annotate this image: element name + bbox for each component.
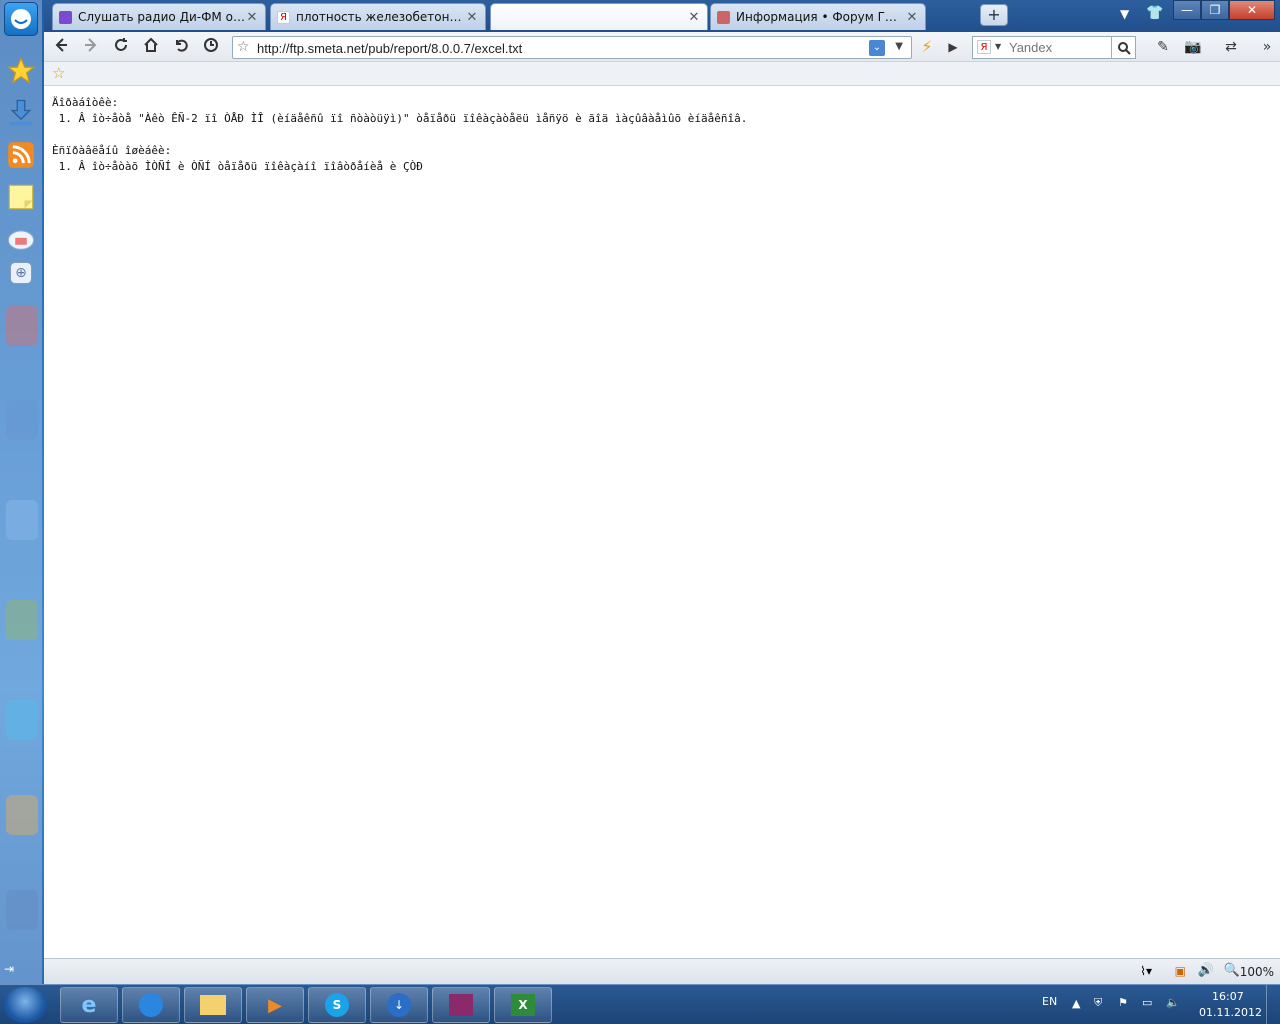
activity-icon[interactable]: ⌇▾ (1140, 964, 1152, 978)
navigation-toolbar: ☆ http://ftp.smeta.net/pub/report/8.0.0.… (44, 32, 1280, 62)
show-hidden-icons-icon[interactable]: ▲ (1072, 997, 1080, 1010)
taskbar-winrar-icon[interactable] (432, 987, 490, 1023)
reload-icon[interactable] (110, 37, 132, 57)
tab-label: Информация • Форум ГК "Ст... (736, 10, 905, 24)
status-bar: ⌇▾ ▣ 🔊 🔍 100% (44, 958, 1280, 984)
tab-yandex-search[interactable]: Я плотность железобетона — ... ✕ (270, 3, 486, 30)
tab-label: Слушать радио Ди-ФМ онла... (78, 10, 245, 24)
sound-icon[interactable]: 🔊 (1198, 963, 1214, 978)
search-box[interactable]: Я ▼ (972, 36, 1136, 59)
tab-bar: Слушать радио Ди-ФМ онла... ✕ Я плотност… (44, 0, 1280, 32)
popup-blocker-icon[interactable]: ▣ (1175, 964, 1186, 978)
start-button[interactable] (3, 987, 47, 1023)
bookmarks-star-icon[interactable]: ☆ (52, 64, 65, 82)
text-document: Äîðàáîòêè: 1. Â îò÷åòå "Àêò ÊÑ-2 ïî ÒÅÐ … (52, 96, 748, 173)
taskbar-folder-icon[interactable] (184, 987, 242, 1023)
yandex-engine-icon[interactable]: Я (977, 40, 991, 54)
play-icon[interactable]: ▶ (942, 37, 964, 57)
rss-icon[interactable] (4, 138, 38, 172)
search-icon[interactable] (1111, 37, 1135, 58)
tab-list-icon[interactable]: ▼ (1120, 7, 1129, 21)
theme-shirt-icon[interactable]: 👕 (1146, 5, 1163, 21)
undo-icon[interactable] (170, 37, 192, 57)
security-tray-icon[interactable]: ⛨ (1094, 996, 1102, 1010)
language-indicator[interactable]: EN (1042, 995, 1057, 1008)
zoom-level[interactable]: 100% (1240, 965, 1274, 979)
flag-tray-icon[interactable]: ⚑ (1118, 996, 1128, 1009)
back-arrow-icon[interactable] (50, 37, 72, 57)
bookmarks-bar: ☆ (44, 62, 1280, 86)
tab-radio[interactable]: Слушать радио Ди-ФМ онла... ✕ (52, 3, 266, 30)
bookmark-star-icon[interactable]: ☆ (237, 39, 250, 55)
show-desktop-button[interactable] (1266, 985, 1280, 1024)
camera-icon[interactable]: 📷 (1182, 37, 1204, 57)
maximize-button[interactable]: ❐ (1201, 0, 1229, 20)
forward-arrow-icon[interactable] (80, 37, 102, 57)
translate-icon[interactable]: ⇄ (1220, 37, 1242, 57)
notes-icon[interactable] (4, 180, 38, 214)
tab-forum[interactable]: Информация • Форум ГК "Ст... ✕ (710, 3, 926, 30)
search-input[interactable] (1009, 39, 1109, 56)
url-text: http://ftp.smeta.net/pub/report/8.0.0.7/… (257, 41, 523, 56)
close-tab-icon[interactable]: ✕ (905, 10, 919, 25)
taskbar: e ▶ S ↓ X EN ▲ ⛨ ⚑ ▭ 🔈 16:07 01.11.2012 (0, 984, 1280, 1024)
taskbar-ie-icon[interactable]: e (60, 987, 118, 1023)
sidebar-toggle-icon[interactable]: ⇥ (4, 962, 14, 976)
address-bar[interactable]: ☆ http://ftp.smeta.net/pub/report/8.0.0.… (232, 36, 912, 59)
taskbar-skype-icon[interactable]: S (308, 987, 366, 1023)
close-tab-icon[interactable]: ✕ (245, 10, 259, 25)
new-tab-button[interactable]: + (980, 4, 1008, 26)
close-tab-icon[interactable]: ✕ (687, 10, 701, 25)
rss-dropdown-icon[interactable]: ⌄ (869, 40, 885, 56)
zoom-icon[interactable]: 🔍 (1224, 963, 1240, 978)
tab-label: плотность железобетона — ... (296, 10, 465, 24)
clock-date[interactable]: 01.11.2012 (1199, 1006, 1262, 1019)
downloads-icon[interactable] (4, 96, 38, 130)
taskbar-excel-icon[interactable]: X (494, 987, 552, 1023)
clock-icon[interactable] (200, 37, 222, 57)
lightning-icon[interactable]: ⚡ (916, 37, 938, 57)
favorites-star-icon[interactable] (4, 54, 38, 88)
cloud-icon[interactable] (4, 222, 38, 256)
home-icon[interactable] (140, 37, 162, 57)
yandex-favicon-icon: Я (277, 10, 290, 24)
radio-favicon-icon (59, 10, 72, 24)
engine-chevron-icon[interactable]: ▼ (995, 42, 1001, 51)
forum-favicon-icon (717, 10, 730, 24)
tools-icon[interactable]: ✎ (1152, 37, 1174, 57)
add-panel-icon[interactable]: ⊕ (10, 262, 32, 284)
network-tray-icon[interactable]: ▭ (1142, 996, 1152, 1009)
volume-tray-icon[interactable]: 🔈 (1166, 996, 1180, 1009)
tab-active[interactable]: ✕ (490, 3, 708, 30)
chevron-down-icon[interactable]: ▼ (895, 41, 903, 52)
overflow-chevron-icon[interactable]: » (1256, 37, 1278, 57)
taskbar-media-player-icon[interactable]: ▶ (246, 987, 304, 1023)
browser-sidebar: ⊕ ⇥ (0, 0, 42, 984)
close-tab-icon[interactable]: ✕ (465, 10, 479, 25)
taskbar-download-icon[interactable]: ↓ (370, 987, 428, 1023)
close-window-button[interactable]: ✕ (1229, 0, 1275, 20)
taskbar-browser-icon[interactable] (122, 987, 180, 1023)
minimize-button[interactable]: — (1173, 0, 1201, 20)
page-content: Äîðàáîòêè: 1. Â îò÷åòå "Àêò ÊÑ-2 ïî ÒÅÐ … (44, 86, 1280, 958)
browser-logo-icon[interactable] (4, 2, 38, 36)
clock-time[interactable]: 16:07 (1212, 990, 1244, 1003)
